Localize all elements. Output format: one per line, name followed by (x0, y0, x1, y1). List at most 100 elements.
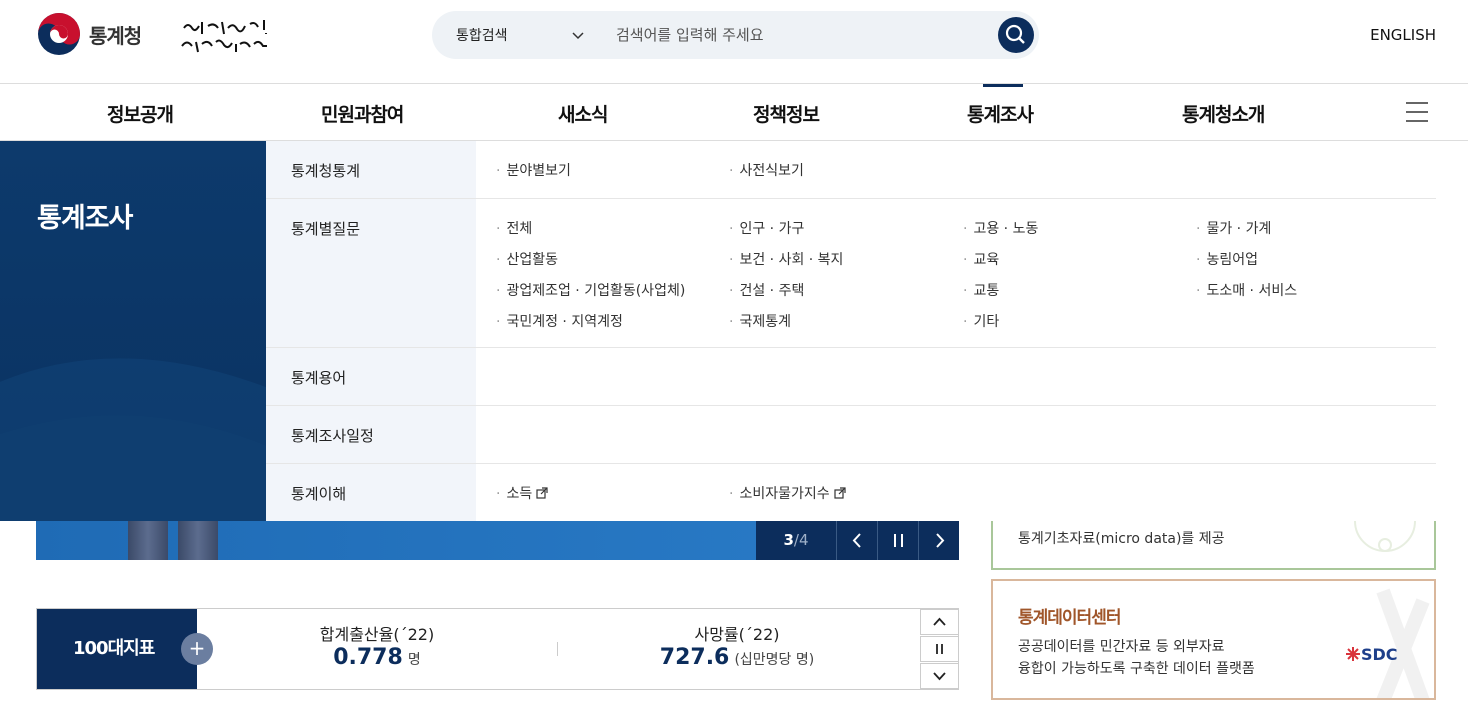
menu-link[interactable]: 인구 · 가구 (729, 218, 804, 238)
indicator-up-button[interactable] (920, 609, 959, 635)
menu-link[interactable]: 국제통계 (729, 311, 791, 331)
sdc-logo-text: SDC (1361, 645, 1398, 664)
mega-menu-title: 통계조사 (37, 203, 133, 234)
slide-counter: 3/4 (756, 521, 836, 560)
mega-row-questions: 통계별질문 전체 인구 · 가구 고용 · 노동 물가 · 가계 산업활동 보건… (266, 199, 1436, 348)
indicator-value: 0.778 (333, 645, 403, 670)
description-line: 융합이 가능하도록 구축한 데이터 플랫폼 (1018, 661, 1255, 677)
external-menu-link[interactable]: 소득 (496, 483, 548, 503)
mega-row-understanding: 통계이해 소득 소비자물가지수 (266, 464, 1436, 521)
mega-row-label[interactable]: 통계조사일정 (291, 425, 374, 446)
decorative-shape-icon (1376, 588, 1430, 698)
description-line: 공공데이터를 민간자료 등 외부자료 (1018, 639, 1225, 655)
menu-link[interactable]: 사전식보기 (729, 160, 803, 180)
external-link-icon (536, 487, 548, 499)
indicator-unit: 명 (407, 652, 421, 668)
external-menu-link[interactable]: 소비자물가지수 (729, 483, 846, 503)
mega-menu-side-panel: 통계조사 (0, 141, 266, 521)
banner-image-fragment (178, 521, 218, 560)
data-center-banner[interactable]: 통계데이터센터 공공데이터를 민간자료 등 외부자료 융합이 가능하도록 구축한… (991, 579, 1436, 700)
search-button[interactable] (998, 17, 1034, 53)
main-navigation: 정보공개 민원과참여 새소식 정책정보 통계조사 통계청소개 (0, 84, 1468, 141)
menu-link[interactable]: 기타 (963, 311, 999, 331)
slide-current: 3 (783, 531, 794, 549)
mega-row-label-box: 통계용어 (266, 348, 476, 405)
indicator-unit: (십만명당 명) (734, 652, 815, 668)
indicator-name: 합계출산율(´22) (319, 625, 435, 644)
gnb-active-indicator (983, 84, 1023, 87)
menu-link-label: 소득 (506, 486, 533, 502)
indicator-item[interactable]: 합계출산율(´22) 0.778 명 (297, 621, 457, 670)
gnb-item-civil-participation[interactable]: 민원과참여 (321, 100, 404, 127)
pause-icon (936, 644, 943, 654)
header: 통계청 통합검색 ENGLISH (0, 0, 1468, 84)
menu-link[interactable]: 교통 (963, 280, 999, 300)
menu-link[interactable]: 농림어업 (1196, 249, 1258, 269)
indicator-item[interactable]: 사망률(´22) 727.6 (십만명당 명) (637, 621, 837, 670)
slide-prev-button[interactable] (836, 521, 877, 560)
chevron-left-icon (852, 533, 861, 548)
mega-row-terms: 통계용어 (266, 348, 1436, 406)
chevron-up-icon (933, 617, 946, 626)
search-bar: 통합검색 (432, 11, 1039, 59)
indicator-down-button[interactable] (920, 663, 959, 689)
sdc-logo: SDC (1345, 645, 1398, 664)
pause-icon (894, 534, 903, 547)
english-link[interactable]: ENGLISH (1370, 26, 1436, 44)
taegeuk-logo-icon (38, 13, 80, 55)
menu-link[interactable]: 물가 · 가계 (1196, 218, 1271, 238)
indicator-panel: 100대지표 + 합계출산율(´22) 0.778 명 사망률(´22) 727… (36, 608, 959, 690)
mega-menu: 통계조사 통계청통계 분야별보기 사전식보기 통계별질문 전체 인구 · 가구 … (0, 141, 1468, 521)
search-scope-select[interactable]: 통합검색 (456, 25, 508, 45)
indicator-name: 사망률(´22) (694, 625, 780, 644)
chevron-down-icon[interactable] (572, 29, 584, 41)
hamburger-menu-icon[interactable] (1406, 102, 1428, 122)
mega-row-label[interactable]: 통계별질문 (291, 218, 360, 239)
search-input[interactable] (616, 23, 986, 47)
menu-link[interactable]: 도소매 · 서비스 (1196, 280, 1297, 300)
slide-next-button[interactable] (918, 521, 959, 560)
mega-row-label-box: 통계청통계 (266, 141, 476, 198)
menu-link[interactable]: 전체 (496, 218, 532, 238)
mega-row-schedule: 통계조사일정 (266, 406, 1436, 464)
slide-total: /4 (793, 531, 809, 549)
mega-row-label[interactable]: 통계청통계 (291, 160, 360, 181)
logo[interactable]: 통계청 (37, 12, 142, 56)
indicator-value: 727.6 (659, 645, 730, 670)
menu-link[interactable]: 국민계정 · 지역계정 (496, 311, 622, 331)
data-center-description: 공공데이터를 민간자료 등 외부자료 융합이 가능하도록 구축한 데이터 플랫폼 (1018, 636, 1255, 680)
search-icon (1005, 24, 1025, 44)
indicator-more-button[interactable]: + (181, 633, 213, 665)
microdata-banner[interactable]: 통계기초자료(micro data)를 제공 (991, 521, 1436, 570)
indicator-pause-button[interactable] (920, 636, 959, 662)
menu-link[interactable]: 보건 · 사회 · 복지 (729, 249, 843, 269)
banner-slider: 3/4 (36, 521, 959, 560)
menu-link[interactable]: 분야별보기 (496, 160, 570, 180)
mega-row-label[interactable]: 통계용어 (291, 367, 346, 388)
gnb-item-news[interactable]: 새소식 (558, 100, 608, 127)
indicator-divider (557, 642, 558, 656)
chevron-down-icon (933, 672, 946, 681)
decorative-globe-icon (1354, 521, 1416, 552)
slogan-handwriting-icon (181, 20, 267, 53)
gnb-item-about[interactable]: 통계청소개 (1182, 100, 1265, 127)
chevron-right-icon (936, 533, 945, 548)
menu-link[interactable]: 광업제조업 · 기업활동(사업체) (496, 280, 685, 300)
sdc-star-icon (1346, 647, 1360, 661)
gnb-item-statistics-survey[interactable]: 통계조사 (967, 100, 1034, 127)
gnb-item-policy-info[interactable]: 정책정보 (753, 100, 820, 127)
data-center-title: 통계데이터센터 (1018, 608, 1121, 628)
mega-row-label[interactable]: 통계이해 (291, 483, 346, 504)
mega-row-statistics: 통계청통계 분야별보기 사전식보기 (266, 141, 1436, 199)
menu-link[interactable]: 건설 · 주택 (729, 280, 804, 300)
logo-text: 통계청 (89, 23, 142, 48)
indicator-heading[interactable]: 100대지표 (37, 609, 197, 689)
mega-row-label-box: 통계조사일정 (266, 406, 476, 463)
banner-image-fragment (128, 521, 168, 560)
mega-row-label-box: 통계별질문 (266, 199, 476, 347)
menu-link[interactable]: 교육 (963, 249, 999, 269)
gnb-item-info-disclosure[interactable]: 정보공개 (107, 100, 174, 127)
menu-link[interactable]: 고용 · 노동 (963, 218, 1038, 238)
slide-pause-button[interactable] (877, 521, 918, 560)
menu-link[interactable]: 산업활동 (496, 249, 558, 269)
